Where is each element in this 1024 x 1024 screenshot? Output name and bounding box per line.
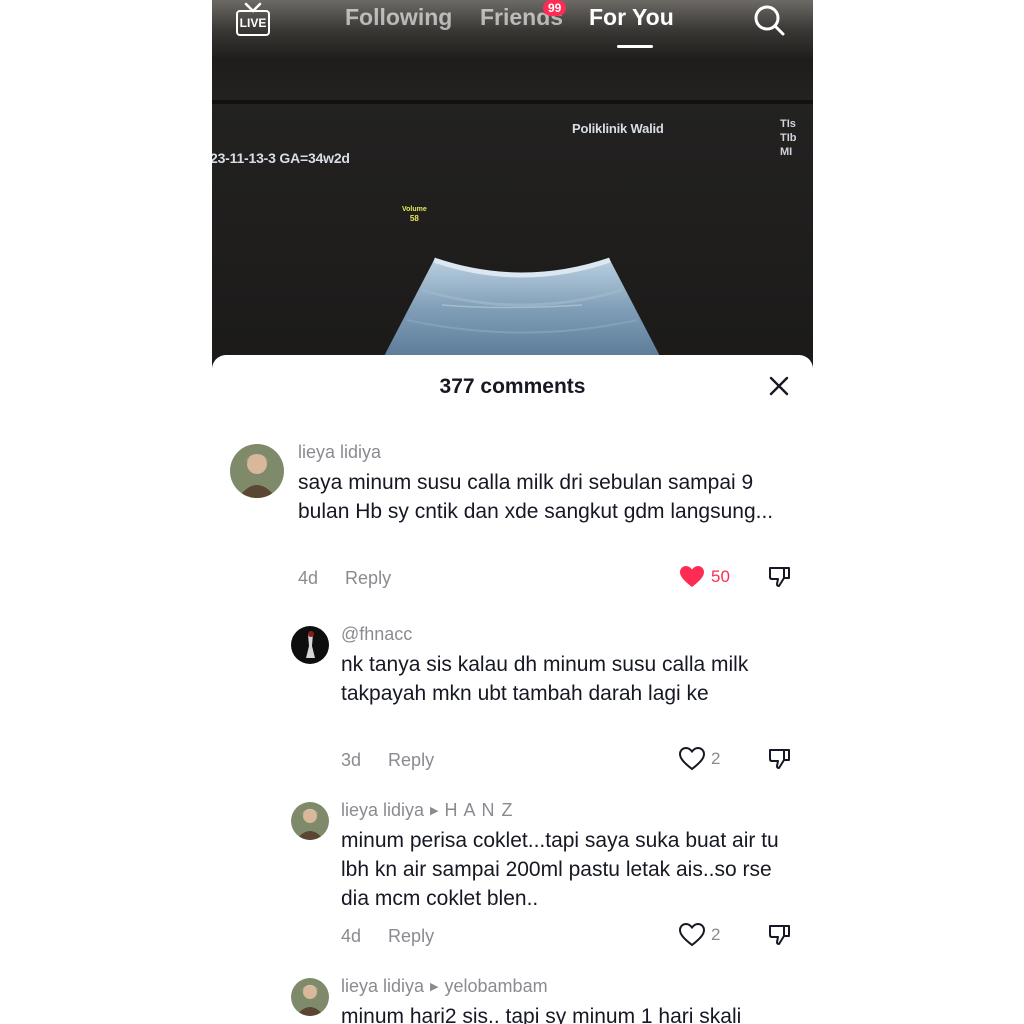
comment-text: nk tanya sis kalau dh minum susu calla m… <box>341 653 749 705</box>
live-label: LIVE <box>236 10 270 36</box>
reply-to-username: H A N Z <box>444 800 514 820</box>
comment-username[interactable]: lieya lidiya ▶ H A N Z <box>341 800 514 821</box>
like-count: 50 <box>711 567 730 586</box>
volume-indicator: Volume 58 <box>402 205 427 223</box>
like-button[interactable]: 2 <box>679 747 720 771</box>
tab-for-you[interactable]: For You <box>589 4 674 31</box>
user-avatar-image <box>230 444 284 498</box>
active-tab-indicator <box>617 45 653 48</box>
reply-button[interactable]: Reply <box>345 568 391 588</box>
reply-arrow-icon: ▶ <box>430 805 439 817</box>
monitor-edge <box>212 100 813 104</box>
avatar[interactable] <box>230 444 284 498</box>
heart-outline-icon <box>679 747 705 771</box>
comment-meta: 4d Reply <box>298 568 391 589</box>
volume-label: Volume <box>402 206 427 213</box>
dislike-icon[interactable] <box>767 922 793 948</box>
side-labels: TIs TIb MI <box>780 118 797 158</box>
user-avatar-image <box>291 978 329 1016</box>
reply-arrow-icon: ▶ <box>430 981 439 993</box>
comment-username[interactable]: lieya lidiya ▶ yelobambam <box>341 976 548 997</box>
comment-username[interactable]: lieya lidiya <box>298 442 381 463</box>
top-navigation: LIVE Following Friends 99 For You <box>212 0 813 50</box>
comment-meta: 3d Reply <box>341 750 434 771</box>
avatar[interactable] <box>291 802 329 840</box>
friends-badge: 99 <box>543 0 567 16</box>
comment-username[interactable]: @fhnacc <box>341 624 412 645</box>
username-text: lieya lidiya <box>298 442 382 462</box>
comment-text: minum perisa coklet...tapi saya suka bua… <box>341 829 779 910</box>
live-button[interactable]: LIVE <box>234 2 272 36</box>
comment-text: minum hari2 sis.. tapi sy minum 1 hari s… <box>341 1005 742 1024</box>
ultrasound-scan-image <box>382 257 662 360</box>
username-text: lieya lidiya <box>341 976 425 996</box>
heart-outline-icon <box>679 923 705 947</box>
date-ga-label: 23-11-13-3 GA=34w2d <box>212 150 350 166</box>
comments-count-title: 377 comments <box>439 375 586 398</box>
avatar[interactable] <box>291 978 329 1016</box>
comments-sheet: 377 comments lieya lidiya saya minum sus… <box>212 355 813 1024</box>
user-avatar-image <box>291 802 329 840</box>
avatar[interactable] <box>291 626 329 664</box>
phone-screen: Poliklinik Walid 23-11-13-3 GA=34w2d TIs… <box>212 0 813 1024</box>
close-icon[interactable] <box>768 375 790 397</box>
reply-to-username: yelobambam <box>444 976 548 996</box>
clinic-label: Poliklinik Walid <box>572 121 664 136</box>
dislike-icon[interactable] <box>767 746 793 772</box>
volume-value: 58 <box>409 214 419 223</box>
username-text: @fhnacc <box>341 624 413 644</box>
tab-following[interactable]: Following <box>345 4 452 31</box>
like-button[interactable]: 50 <box>679 565 730 589</box>
reply-button[interactable]: Reply <box>388 926 434 946</box>
comment-text: saya minum susu calla milk dri sebulan s… <box>298 471 774 523</box>
like-button[interactable]: 2 <box>679 923 720 947</box>
search-icon[interactable] <box>752 3 786 37</box>
like-count: 2 <box>711 749 721 768</box>
user-avatar-image <box>291 626 329 664</box>
comment-meta: 4d Reply <box>341 926 434 947</box>
comment-time: 4d <box>298 568 319 588</box>
comment-time: 4d <box>341 926 362 946</box>
heart-filled-icon <box>680 566 704 587</box>
comment-time: 3d <box>341 750 362 770</box>
video-player[interactable]: Poliklinik Walid 23-11-13-3 GA=34w2d TIs… <box>212 0 813 380</box>
username-text: lieya lidiya <box>341 800 425 820</box>
reply-button[interactable]: Reply <box>388 750 434 770</box>
like-count: 2 <box>711 925 721 944</box>
dislike-icon[interactable] <box>767 564 793 590</box>
